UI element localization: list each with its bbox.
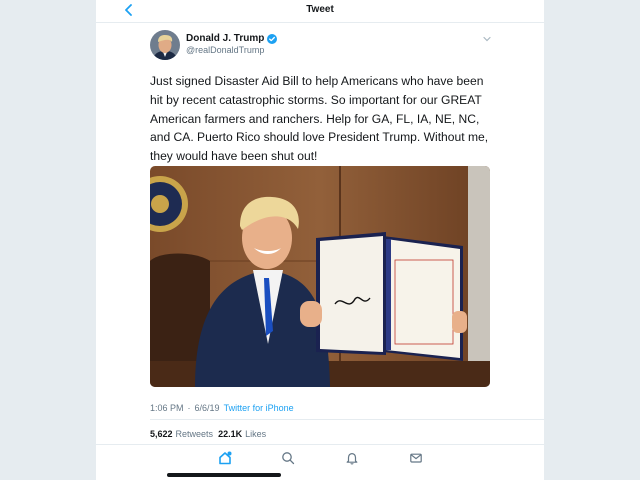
tab-notifications[interactable] [345,451,359,465]
photo-signing-bill [150,166,490,387]
engagement-stats: 5,622 Retweets 22.1K Likes [150,429,266,439]
tab-search[interactable] [281,451,295,465]
author-handle[interactable]: @realDonaldTrump [186,45,264,55]
bell-icon [346,453,358,465]
likes-stat[interactable]: 22.1K Likes [218,429,266,439]
tweet-time: 1:06 PM [150,403,184,413]
tweet-text: Just signed Disaster Aid Bill to help Am… [150,74,489,164]
tab-messages[interactable] [409,451,423,465]
top-bar: Tweet [96,0,544,23]
retweets-count: 5,622 [150,429,173,439]
verified-badge-icon [267,33,278,44]
author-display-name[interactable]: Donald J. Trump [186,33,264,44]
avatar[interactable] [150,30,180,60]
tab-home[interactable] [218,451,232,465]
retweets-stat[interactable]: 5,622 Retweets [150,429,213,439]
chevron-down-icon[interactable] [482,35,492,43]
tweet-photo[interactable] [150,166,490,387]
search-icon [282,452,295,465]
bottom-tab-bar [96,444,544,480]
divider [150,419,544,420]
tweet-meta: 1:06 PM · 6/6/19 Twitter for iPhone [150,403,294,413]
retweets-label: Retweets [175,429,214,439]
right-gutter [544,0,640,480]
meta-separator: · [187,403,191,413]
tweet-source-link[interactable]: Twitter for iPhone [224,403,294,413]
page-title: Tweet [306,4,334,15]
likes-label: Likes [245,429,267,439]
tweet-detail-screen: Tweet Donald J. Trump @realDonaldTrump J… [96,0,544,480]
left-gutter [0,0,96,480]
likes-count: 22.1K [218,429,243,439]
home-icon [219,451,232,465]
mail-icon [410,453,422,463]
tweet-date: 6/6/19 [194,403,220,413]
author-name-row: Donald J. Trump [186,33,278,44]
home-indicator[interactable] [167,473,281,477]
